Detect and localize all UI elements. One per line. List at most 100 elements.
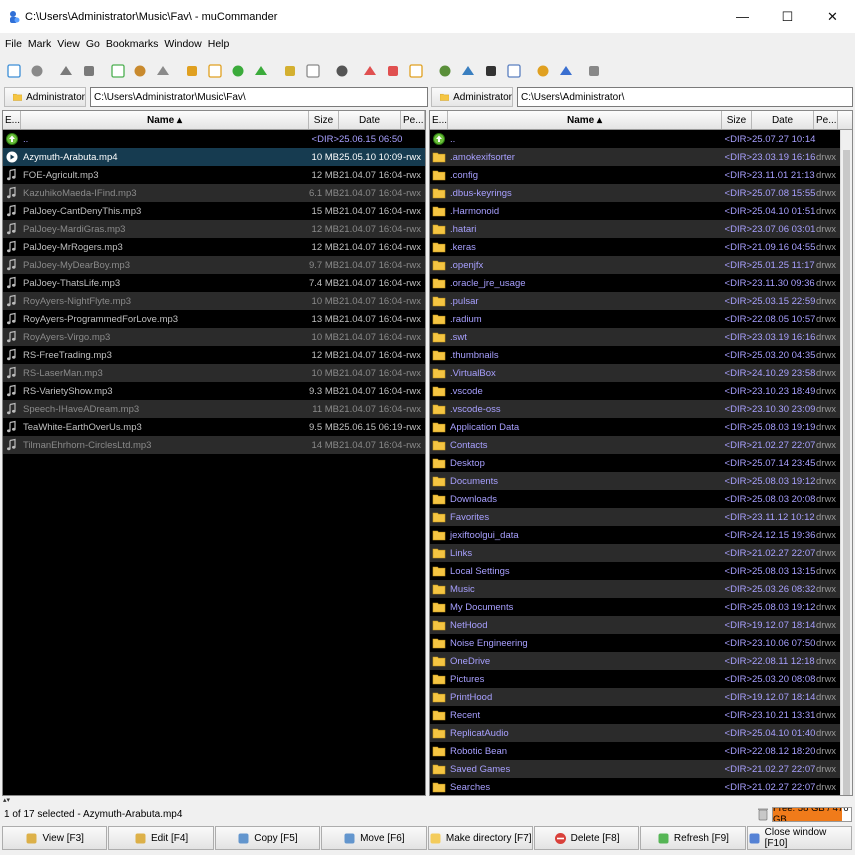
left-path-input[interactable]: C:\Users\Administrator\Music\Fav\	[90, 87, 428, 107]
file-row[interactable]: PalJoey-ThatsLife.mp3 7.4 MB 21.04.07 16:0…	[3, 274, 425, 292]
maximize-button[interactable]: ☐	[765, 0, 810, 33]
edit-button[interactable]: Edit [F4]	[108, 826, 214, 850]
right-scrollbar[interactable]	[840, 130, 852, 795]
column-date[interactable]: Date	[752, 111, 814, 129]
server-icon[interactable]	[332, 61, 352, 81]
parent-directory-row[interactable]: .. <DIR> 25.07.27 10:14	[430, 130, 840, 148]
file-row[interactable]: .vscode <DIR> 23.10.23 18:49 drwx	[430, 382, 840, 400]
new-tab-icon[interactable]	[27, 61, 47, 81]
scrollbar-thumb[interactable]	[843, 150, 850, 795]
file-row[interactable]: PalJoey-MyDearBoy.mp3 9.7 MB 21.04.07 16:0…	[3, 256, 425, 274]
file-row[interactable]: Documents <DIR> 25.08.03 19:12 drwx	[430, 472, 840, 490]
file-row[interactable]: OneDrive <DIR> 22.08.11 12:18 drwx	[430, 652, 840, 670]
new-window-icon[interactable]	[4, 61, 24, 81]
menu-bookmarks[interactable]: Bookmarks	[105, 38, 164, 50]
file-row[interactable]: Robotic Bean <DIR> 22.08.12 18:20 drwx	[430, 742, 840, 760]
file-row[interactable]: FOE-Agricult.mp3 12 MB 21.04.07 16:04 -rwx	[3, 166, 425, 184]
menu-go[interactable]: Go	[85, 38, 105, 50]
file-row[interactable]: Searches <DIR> 21.02.27 22:07 drwx	[430, 778, 840, 795]
file-row[interactable]: .amokexifsorter <DIR> 23.03.19 16:16 drwx	[430, 148, 840, 166]
parent-directory-row[interactable]: .. <DIR> 25.06.15 06:50	[3, 130, 425, 148]
swap-icon[interactable]	[228, 61, 248, 81]
file-row[interactable]: .VirtualBox <DIR> 24.10.29 23:58 drwx	[430, 364, 840, 382]
right-file-panel[interactable]: E... Name ▴ Size Date Pe... .. <DIR> 25.07…	[429, 110, 853, 796]
mark-icon[interactable]	[182, 61, 202, 81]
menu-help[interactable]: Help	[207, 38, 235, 50]
file-row[interactable]: Azymuth-Arabuta.mp4 10 MB 25.05.10 10:09 -r…	[3, 148, 425, 166]
file-row[interactable]: .thumbnails <DIR> 25.03.20 04:35 drwx	[430, 346, 840, 364]
close-button[interactable]: ✕	[810, 0, 855, 33]
file-row[interactable]: .radium <DIR> 22.08.05 10:57 drwx	[430, 310, 840, 328]
file-row[interactable]: .config <DIR> 23.11.01 21:13 drwx	[430, 166, 840, 184]
file-row[interactable]: Recent <DIR> 23.10.21 13:31 drwx	[430, 706, 840, 724]
file-row[interactable]: TeaWhite-EarthOverUs.mp3 9.5 MB 25.06.15 0…	[3, 418, 425, 436]
back-icon[interactable]	[56, 61, 76, 81]
menu-view[interactable]: View	[56, 38, 85, 50]
file-row[interactable]: RoyAyers-NightFlyte.mp3 10 MB 21.04.07 16:…	[3, 292, 425, 310]
refresh-button[interactable]: Refresh [F9]	[640, 826, 746, 850]
left-file-panel[interactable]: E... Name ▴ Size Date Pe... .. <DIR> 25.06…	[2, 110, 426, 796]
pack-icon[interactable]	[280, 61, 300, 81]
forward-icon[interactable]	[79, 61, 99, 81]
file-row[interactable]: PalJoey-CantDenyThis.mp3 15 MB 21.04.07 16…	[3, 202, 425, 220]
file-row[interactable]: Desktop <DIR> 25.07.14 23:45 drwx	[430, 454, 840, 472]
file-row[interactable]: .vscode-oss <DIR> 23.10.30 23:09 drwx	[430, 400, 840, 418]
file-row[interactable]: Application Data <DIR> 25.08.03 19:19 drwx	[430, 418, 840, 436]
terminal-icon[interactable]	[481, 61, 501, 81]
file-row[interactable]: RS-LaserMan.mp3 10 MB 21.04.07 16:04 -rwx	[3, 364, 425, 382]
file-row[interactable]: RoyAyers-ProgrammedForLove.mp3 13 MB 21.04…	[3, 310, 425, 328]
file-row[interactable]: .oracle_jre_usage <DIR> 23.11.30 09:36 drwx	[430, 274, 840, 292]
menu-window[interactable]: Window	[163, 38, 206, 50]
trash-icon[interactable]	[757, 807, 769, 821]
email-icon[interactable]	[504, 61, 524, 81]
column-extension[interactable]: E...	[3, 111, 21, 129]
file-row[interactable]: Noise Engineering <DIR> 23.10.06 07:50 drwx	[430, 634, 840, 652]
file-row[interactable]: .hatari <DIR> 23.07.06 03:01 drwx	[430, 220, 840, 238]
file-row[interactable]: RS-FreeTrading.mp3 12 MB 21.04.07 16:04 -rw…	[3, 346, 425, 364]
sync-icon[interactable]	[251, 61, 271, 81]
file-row[interactable]: .pulsar <DIR> 25.03.15 22:59 drwx	[430, 292, 840, 310]
file-row[interactable]: NetHood <DIR> 19.12.07 18:14 drwx	[430, 616, 840, 634]
move-button[interactable]: Move [F6]	[321, 826, 427, 850]
file-row[interactable]: PalJoey-MardiGras.mp3 12 MB 21.04.07 16:04…	[3, 220, 425, 238]
file-row[interactable]: Downloads <DIR> 25.08.03 20:08 drwx	[430, 490, 840, 508]
info-icon[interactable]	[556, 61, 576, 81]
file-row[interactable]: Favorites <DIR> 23.11.12 10:12 drwx	[430, 508, 840, 526]
menu-mark[interactable]: Mark	[27, 38, 56, 50]
column-extension[interactable]: E...	[430, 111, 448, 129]
file-row[interactable]: .dbus-keyrings <DIR> 25.07.08 15:55 drwx	[430, 184, 840, 202]
settings-icon[interactable]	[584, 61, 604, 81]
left-volume-button[interactable]: Administrator	[4, 87, 86, 107]
file-row[interactable]: .Harmonoid <DIR> 25.04.10 01:51 drwx	[430, 202, 840, 220]
column-date[interactable]: Date	[339, 111, 401, 129]
run-icon[interactable]	[533, 61, 553, 81]
column-name[interactable]: Name ▴	[448, 111, 722, 129]
column-name[interactable]: Name ▴	[21, 111, 309, 129]
unmark-icon[interactable]	[205, 61, 225, 81]
file-row[interactable]: .openjfx <DIR> 25.01.25 11:17 drwx	[430, 256, 840, 274]
home-icon[interactable]	[130, 61, 150, 81]
column-size[interactable]: Size	[309, 111, 339, 129]
file-row[interactable]: Local Settings <DIR> 25.08.03 13:15 drwx	[430, 562, 840, 580]
file-row[interactable]: KazuhikoMaeda-IFind.mp3 6.1 MB 21.04.07 16…	[3, 184, 425, 202]
minimize-button[interactable]: —	[720, 0, 765, 33]
copy-button[interactable]: Copy [F5]	[214, 826, 321, 850]
file-row[interactable]: RS-VarietyShow.mp3 9.3 MB 21.04.07 16:04 -r…	[3, 382, 425, 400]
unpack-icon[interactable]	[303, 61, 323, 81]
make-directory-button[interactable]: Make directory [F7]	[427, 826, 533, 850]
file-row[interactable]: Speech-IHaveADream.mp3 11 MB 21.04.07 16:0…	[3, 400, 425, 418]
column-permissions[interactable]: Pe...	[814, 111, 838, 129]
file-row[interactable]: Pictures <DIR> 25.03.20 08:08 drwx	[430, 670, 840, 688]
file-row[interactable]: My Documents <DIR> 25.08.03 19:12 drwx	[430, 598, 840, 616]
delete-button[interactable]: Delete [F8]	[533, 826, 640, 850]
close-window-button[interactable]: Close window [F10]	[746, 826, 852, 850]
free-space-indicator[interactable]: Free: 58 GB / 476 GB	[772, 806, 852, 822]
globe-icon[interactable]	[458, 61, 478, 81]
file-row[interactable]: RoyAyers-Virgo.mp3 10 MB 21.04.07 16:04 -rw…	[3, 328, 425, 346]
bookmark-add-icon[interactable]	[360, 61, 380, 81]
key-icon[interactable]	[406, 61, 426, 81]
right-path-input[interactable]: C:\Users\Administrator\	[517, 87, 853, 107]
file-row[interactable]: Music <DIR> 25.03.26 08:32 drwx	[430, 580, 840, 598]
file-row[interactable]: .swt <DIR> 23.03.19 16:16 drwx	[430, 328, 840, 346]
column-size[interactable]: Size	[722, 111, 752, 129]
